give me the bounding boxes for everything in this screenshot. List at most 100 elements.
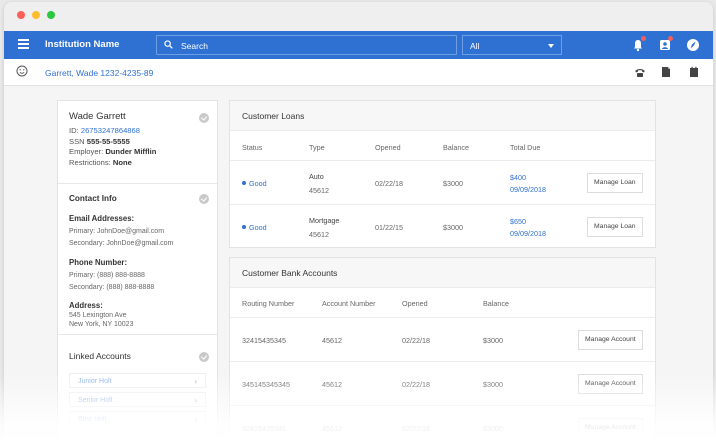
loan-due-amount: $400 bbox=[510, 173, 526, 182]
loan-type-id: 45612 bbox=[309, 186, 329, 195]
routing-number: 32415435345 bbox=[242, 424, 286, 433]
email-secondary: Secondary: JohnDoe@gmail.com bbox=[69, 240, 174, 247]
search-scope-select[interactable]: All bbox=[462, 35, 562, 55]
account-number: 45612 bbox=[322, 424, 342, 433]
maximize-window-button[interactable] bbox=[47, 11, 55, 19]
bank-table-header: Routing Number Account Number Opened Bal… bbox=[230, 288, 655, 318]
menu-icon[interactable] bbox=[18, 39, 29, 51]
col-account-number: Account Number bbox=[322, 299, 376, 308]
search-icon bbox=[164, 40, 173, 49]
manage-account-button[interactable]: Manage Account bbox=[578, 374, 643, 394]
loan-type: Auto bbox=[309, 172, 324, 181]
account-balance: $3000 bbox=[483, 380, 503, 389]
loan-status: Good bbox=[242, 179, 267, 188]
phone-primary: Primary: (888) 888-8888 bbox=[69, 272, 145, 279]
phone-secondary: Secondary: (888) 888-8888 bbox=[69, 284, 155, 291]
linked-account-item[interactable]: Senior Holt › bbox=[69, 392, 206, 407]
col-type: Type bbox=[309, 143, 325, 152]
table-row: Good Mortgage 45612 01/22/15 $3000 $650 … bbox=[230, 205, 655, 247]
customer-name-link[interactable]: Garrett, Wade 1232-4235-89 bbox=[45, 68, 153, 78]
institution-name: Institution Name bbox=[45, 39, 120, 50]
col-opened: Opened bbox=[402, 299, 428, 308]
search-input[interactable]: Search bbox=[156, 35, 457, 55]
manage-account-button[interactable]: Manage Account bbox=[578, 330, 643, 350]
profile-verified-icon bbox=[199, 113, 209, 123]
loan-due-date: 09/09/2018 bbox=[510, 185, 546, 194]
close-window-button[interactable] bbox=[17, 11, 25, 19]
search-scope-value: All bbox=[470, 41, 480, 51]
loan-due-amount: $650 bbox=[510, 217, 526, 226]
loans-table-header: Status Type Opened Balance Total Due bbox=[230, 131, 655, 161]
account-balance: $3000 bbox=[483, 336, 503, 345]
manage-loan-button[interactable]: Manage Loan bbox=[587, 217, 643, 237]
routing-number: 345145345345 bbox=[242, 380, 290, 389]
loan-due-date: 09/09/2018 bbox=[510, 229, 546, 238]
col-balance: Balance bbox=[483, 299, 509, 308]
table-row: 345145345345 45612 02/22/18 $3000 Manage… bbox=[230, 362, 655, 406]
customer-loans-panel: Customer Loans Status Type Opened Balanc… bbox=[229, 100, 656, 248]
linked-account-item[interactable]: Junior Holt › bbox=[69, 373, 206, 388]
contact-info-title: Contact Info bbox=[69, 194, 117, 203]
address-line2: New York, NY 10023 bbox=[69, 321, 134, 328]
linked-accounts-title: Linked Accounts bbox=[69, 351, 131, 361]
customer-header-bar: Garrett, Wade 1232-4235-89 bbox=[4, 59, 713, 86]
window-titlebar bbox=[4, 2, 713, 31]
loan-type: Mortgage bbox=[309, 216, 340, 225]
document-icon[interactable] bbox=[660, 66, 672, 78]
profile-id: ID: 26753247864868 bbox=[69, 126, 140, 135]
manage-loan-button[interactable]: Manage Loan bbox=[587, 173, 643, 193]
routing-number: 32415435345 bbox=[242, 336, 286, 345]
phone-icon[interactable] bbox=[634, 66, 646, 78]
account-opened: 02/22/18 bbox=[402, 380, 430, 389]
contact-verified-icon bbox=[199, 194, 209, 204]
col-total-due: Total Due bbox=[510, 143, 541, 152]
notes-icon[interactable] bbox=[688, 66, 700, 78]
account-opened: 02/22/18 bbox=[402, 424, 430, 433]
user-alert-icon[interactable] bbox=[658, 36, 673, 52]
customer-profile-panel: Wade Garrett ID: 26753247864868 SSN 555-… bbox=[57, 100, 218, 443]
profile-section: Wade Garrett ID: 26753247864868 SSN 555-… bbox=[58, 101, 217, 184]
user-alert-badge bbox=[668, 36, 673, 41]
notification-badge bbox=[641, 36, 646, 41]
compass-icon[interactable] bbox=[686, 38, 700, 52]
chevron-right-icon: › bbox=[194, 415, 197, 424]
top-navigation-bar: Institution Name Search All bbox=[4, 31, 713, 59]
chevron-right-icon: › bbox=[194, 396, 197, 405]
app-window: Institution Name Search All Garrett, Wad… bbox=[4, 2, 713, 443]
loan-balance: $3000 bbox=[443, 179, 463, 188]
loan-status: Good bbox=[242, 223, 267, 232]
smiley-icon bbox=[16, 65, 28, 77]
loan-type-id: 45612 bbox=[309, 230, 329, 239]
account-number: 45612 bbox=[322, 336, 342, 345]
chevron-down-icon bbox=[548, 44, 554, 48]
search-placeholder: Search bbox=[181, 41, 208, 51]
linked-verified-icon bbox=[199, 352, 209, 362]
account-opened: 02/22/18 bbox=[402, 336, 430, 345]
address-line1: 545 Lexington Ave bbox=[69, 312, 127, 319]
profile-id-value[interactable]: 26753247864868 bbox=[81, 126, 140, 135]
col-status: Status bbox=[242, 143, 263, 152]
account-number: 45612 bbox=[322, 380, 342, 389]
col-opened: Opened bbox=[375, 143, 401, 152]
customer-bank-accounts-panel: Customer Bank Accounts Routing Number Ac… bbox=[229, 257, 656, 443]
email-heading: Email Addresses: bbox=[69, 214, 135, 223]
table-row: 32415435345 45612 02/22/18 $3000 Manage … bbox=[230, 406, 655, 442]
customer-loans-title: Customer Loans bbox=[230, 101, 655, 131]
loan-opened: 02/22/18 bbox=[375, 179, 403, 188]
loan-opened: 01/22/15 bbox=[375, 223, 403, 232]
email-primary: Primary: JohnDoe@gmail.com bbox=[69, 228, 165, 235]
profile-employer: Employer: Dunder Mifflin bbox=[69, 147, 157, 156]
col-routing-number: Routing Number bbox=[242, 299, 295, 308]
manage-account-button[interactable]: Manage Account bbox=[578, 418, 643, 438]
notification-bell-icon[interactable] bbox=[631, 36, 646, 52]
loan-balance: $3000 bbox=[443, 223, 463, 232]
table-row: 32415435345 45612 02/22/18 $3000 Manage … bbox=[230, 318, 655, 362]
contact-info-section: Contact Info Email Addresses: Primary: J… bbox=[58, 184, 217, 335]
col-balance: Balance bbox=[443, 143, 469, 152]
minimize-window-button[interactable] bbox=[32, 11, 40, 19]
profile-ssn: SSN 555-55-5555 bbox=[69, 136, 130, 146]
profile-restrictions: Restrictions: None bbox=[69, 157, 132, 167]
linked-account-item[interactable]: Bust Holt › bbox=[69, 411, 206, 426]
account-balance: $3000 bbox=[483, 424, 503, 433]
chevron-right-icon: › bbox=[194, 377, 197, 386]
